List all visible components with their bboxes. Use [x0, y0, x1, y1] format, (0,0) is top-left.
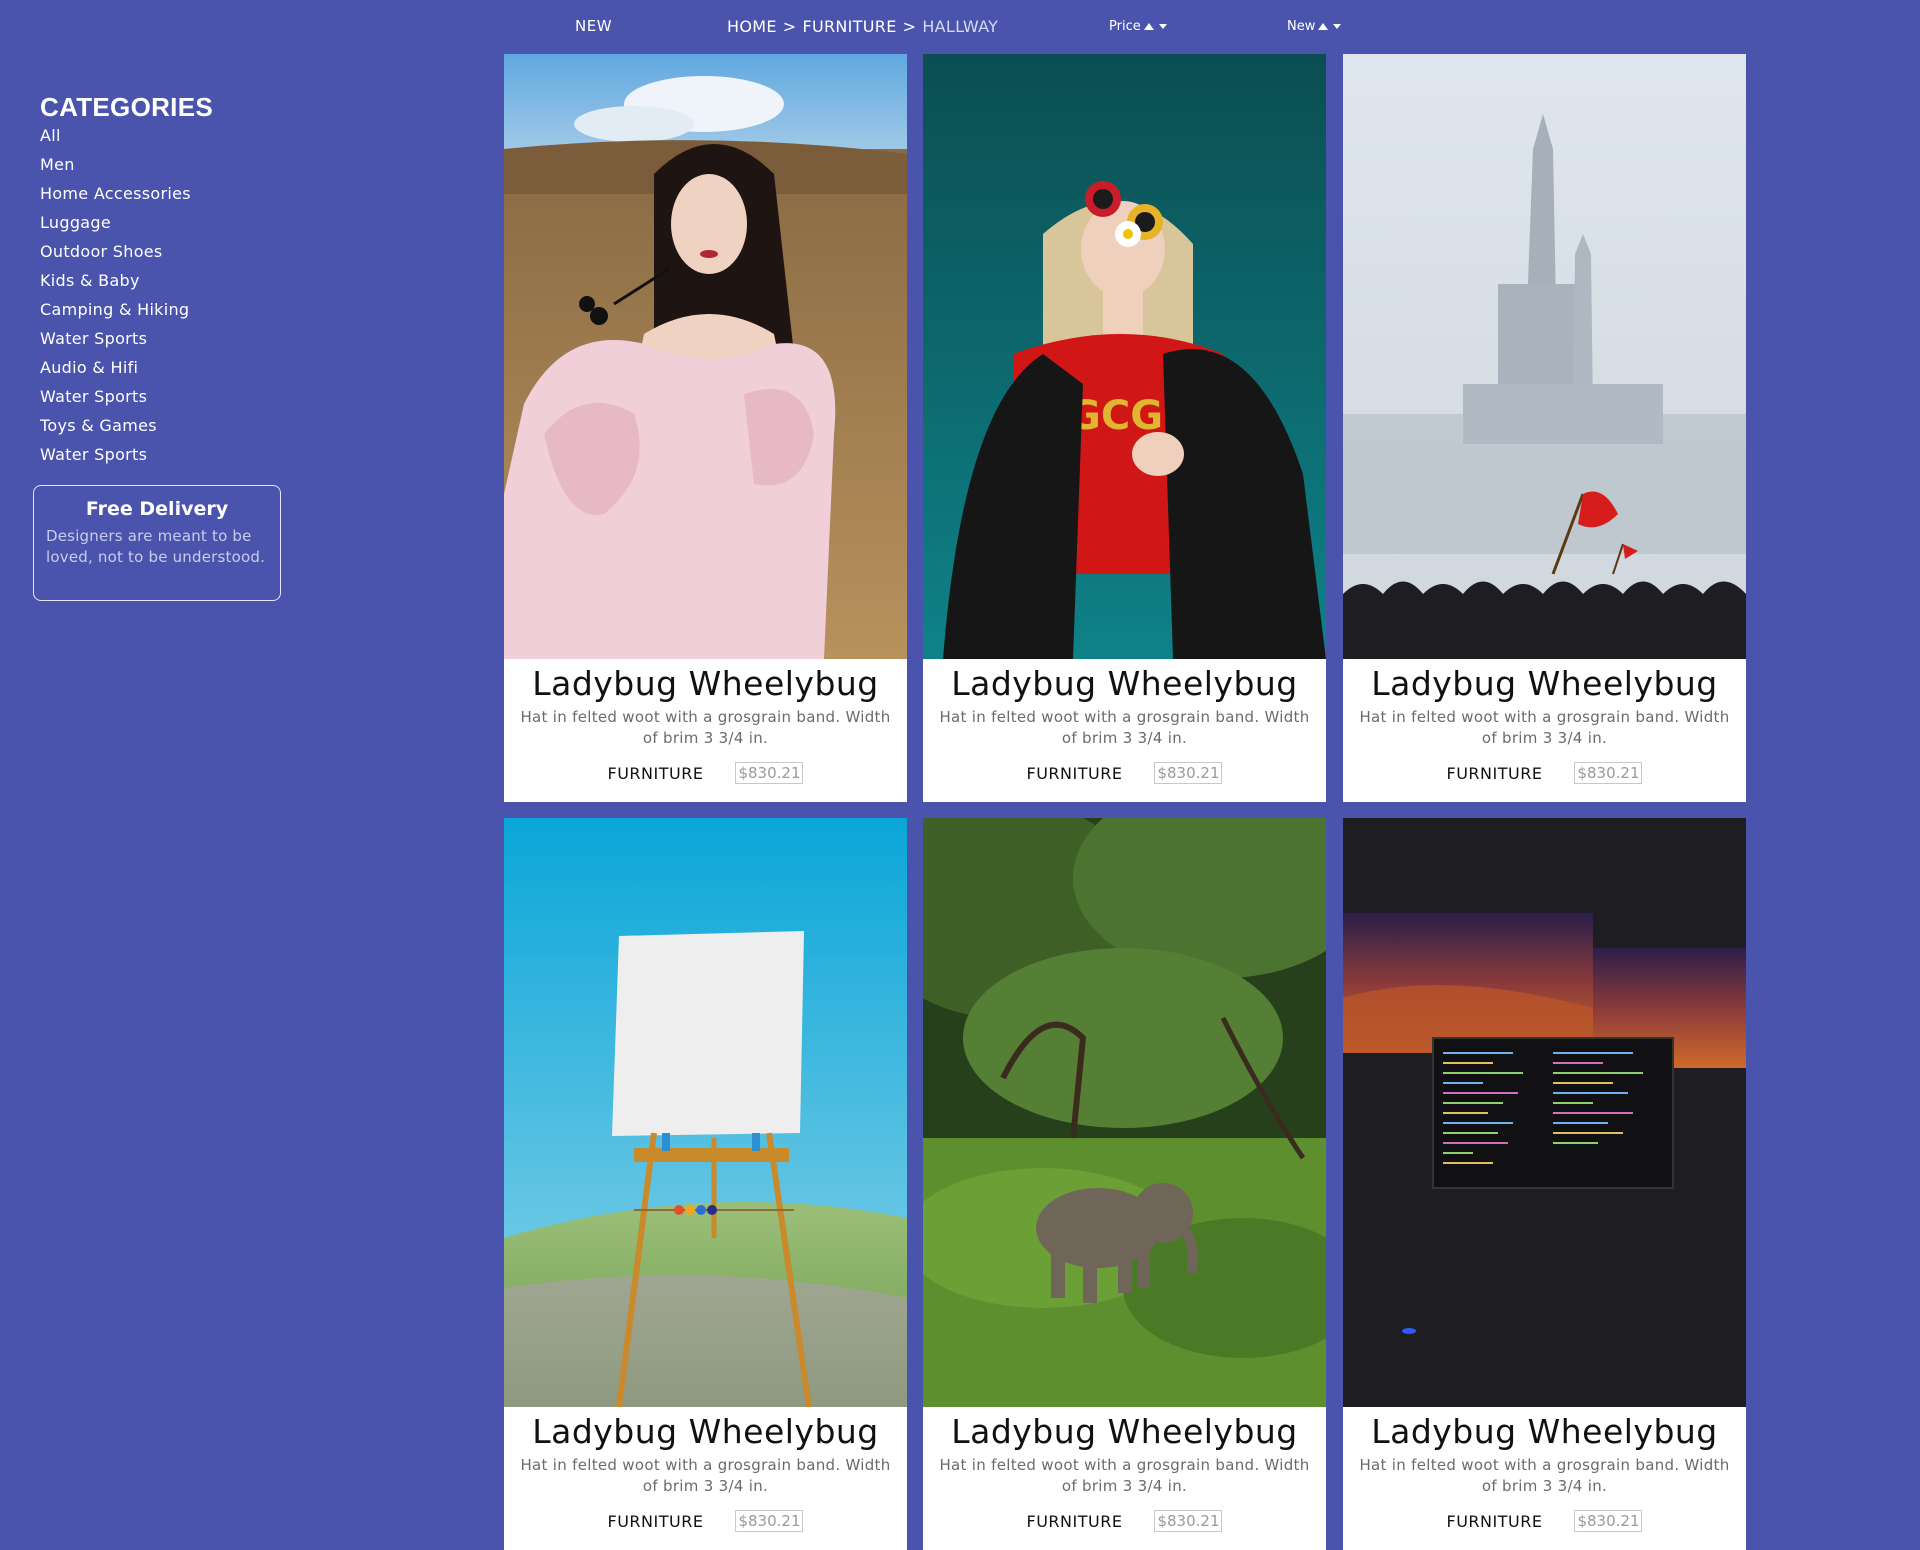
chevron-down-icon	[1158, 24, 1167, 29]
product-image	[1343, 818, 1746, 1407]
breadcrumb-furniture[interactable]: FURNITURE	[802, 17, 896, 36]
product-description: Hat in felted woot with a grosgrain band…	[520, 1456, 891, 1495]
category-item-all[interactable]: All	[40, 125, 300, 154]
product-title: Ladybug Wheelybug	[532, 1412, 879, 1451]
product-title: Ladybug Wheelybug	[1371, 664, 1718, 703]
chevron-down-icon	[1333, 24, 1342, 29]
category-list: All Men Home Accessories Luggage Outdoor…	[40, 125, 300, 473]
category-item-audio-hifi[interactable]: Audio & Hifi	[40, 357, 300, 386]
product-category: FURNITURE	[1446, 1511, 1543, 1531]
product-meta: FURNITURE $830.21	[923, 762, 1326, 784]
product-title: Ladybug Wheelybug	[951, 664, 1298, 703]
product-description: Hat in felted woot with a grosgrain band…	[1359, 1456, 1730, 1495]
product-price: $830.21	[1154, 1510, 1223, 1532]
product-category: FURNITURE	[1026, 763, 1123, 783]
product-description: Hat in felted woot with a grosgrain band…	[520, 708, 891, 747]
sort-ascending-icon	[1143, 23, 1154, 30]
promo-title: Free Delivery	[85, 498, 229, 520]
sort-new-button[interactable]: New	[1287, 19, 1342, 34]
category-item-water-sports[interactable]: Water Sports	[40, 386, 300, 415]
product-price: $830.21	[1154, 762, 1223, 784]
category-item-outdoor-shoes[interactable]: Outdoor Shoes	[40, 241, 300, 270]
breadcrumb-hallway: HALLWAY	[922, 17, 999, 36]
product-info: Ladybug Wheelybug Hat in felted woot wit…	[923, 659, 1326, 802]
product-description: Hat in felted woot with a grosgrain band…	[939, 708, 1310, 747]
sort-new-label: New	[1287, 19, 1316, 34]
product-meta: FURNITURE $830.21	[504, 1510, 907, 1532]
breadcrumb-home[interactable]: HOME	[727, 17, 777, 36]
product-card[interactable]: GCG Ladybug Wheelybug Hat in felted woot…	[923, 54, 1326, 802]
product-description: Hat in felted woot with a grosgrain band…	[939, 1456, 1310, 1495]
product-meta: FURNITURE $830.21	[504, 762, 907, 784]
product-info: Ladybug Wheelybug Hat in felted woot wit…	[504, 1407, 907, 1550]
category-item-water-sports[interactable]: Water Sports	[40, 328, 300, 357]
product-price: $830.21	[735, 1510, 804, 1532]
category-item-toys-games[interactable]: Toys & Games	[40, 415, 300, 444]
product-info: Ladybug Wheelybug Hat in felted woot wit…	[923, 1407, 1326, 1550]
sort-price-label: Price	[1109, 19, 1141, 34]
product-price: $830.21	[1574, 1510, 1643, 1532]
product-info: Ladybug Wheelybug Hat in felted woot wit…	[1343, 1407, 1746, 1550]
category-item-kids-baby[interactable]: Kids & Baby	[40, 270, 300, 299]
category-item-luggage[interactable]: Luggage	[40, 212, 300, 241]
product-title: Ladybug Wheelybug	[532, 664, 879, 703]
product-title: Ladybug Wheelybug	[951, 1412, 1298, 1451]
product-card[interactable]: Ladybug Wheelybug Hat in felted woot wit…	[1343, 54, 1746, 802]
category-sidebar: CATEGORIES All Men Home Accessories Lugg…	[40, 92, 300, 473]
product-price: $830.21	[1574, 762, 1643, 784]
product-image	[1343, 54, 1746, 659]
product-meta: FURNITURE $830.21	[1343, 1510, 1746, 1532]
breadcrumb-separator: >	[902, 17, 917, 36]
category-item-water-sports[interactable]: Water Sports	[40, 444, 300, 473]
product-card[interactable]: Ladybug Wheelybug Hat in felted woot wit…	[504, 54, 907, 802]
category-item-camping-hiking[interactable]: Camping & Hiking	[40, 299, 300, 328]
free-delivery-promo: Free Delivery Designers are meant to be …	[33, 485, 281, 601]
product-title: Ladybug Wheelybug	[1371, 1412, 1718, 1451]
product-category: FURNITURE	[607, 763, 704, 783]
category-item-home-accessories[interactable]: Home Accessories	[40, 183, 300, 212]
product-meta: FURNITURE $830.21	[923, 1510, 1326, 1532]
promo-text: Designers are meant to be loved, not to …	[46, 527, 266, 566]
sort-ascending-icon	[1318, 23, 1329, 30]
product-card[interactable]: Ladybug Wheelybug Hat in felted woot wit…	[923, 818, 1326, 1550]
product-image: GCG	[923, 54, 1326, 659]
category-item-men[interactable]: Men	[40, 154, 300, 183]
product-price: $830.21	[735, 762, 804, 784]
product-image	[504, 818, 907, 1407]
product-image	[923, 818, 1326, 1407]
product-meta: FURNITURE $830.21	[1343, 762, 1746, 784]
product-info: Ladybug Wheelybug Hat in felted woot wit…	[504, 659, 907, 802]
product-description: Hat in felted woot with a grosgrain band…	[1359, 708, 1730, 747]
new-link[interactable]: NEW	[575, 17, 612, 35]
product-category: FURNITURE	[1446, 763, 1543, 783]
categories-heading: CATEGORIES	[40, 92, 213, 122]
breadcrumb-separator: >	[782, 17, 797, 36]
product-category: FURNITURE	[1026, 1511, 1123, 1531]
product-card[interactable]: Ladybug Wheelybug Hat in felted woot wit…	[504, 818, 907, 1550]
product-category: FURNITURE	[607, 1511, 704, 1531]
product-image	[504, 54, 907, 659]
product-info: Ladybug Wheelybug Hat in felted woot wit…	[1343, 659, 1746, 802]
product-card[interactable]: Ladybug Wheelybug Hat in felted woot wit…	[1343, 818, 1746, 1550]
top-bar: NEW HOME > FURNITURE > HALLWAY Price New	[0, 0, 1920, 52]
breadcrumb: HOME > FURNITURE > HALLWAY	[727, 17, 998, 36]
sort-price-button[interactable]: Price	[1109, 19, 1167, 34]
